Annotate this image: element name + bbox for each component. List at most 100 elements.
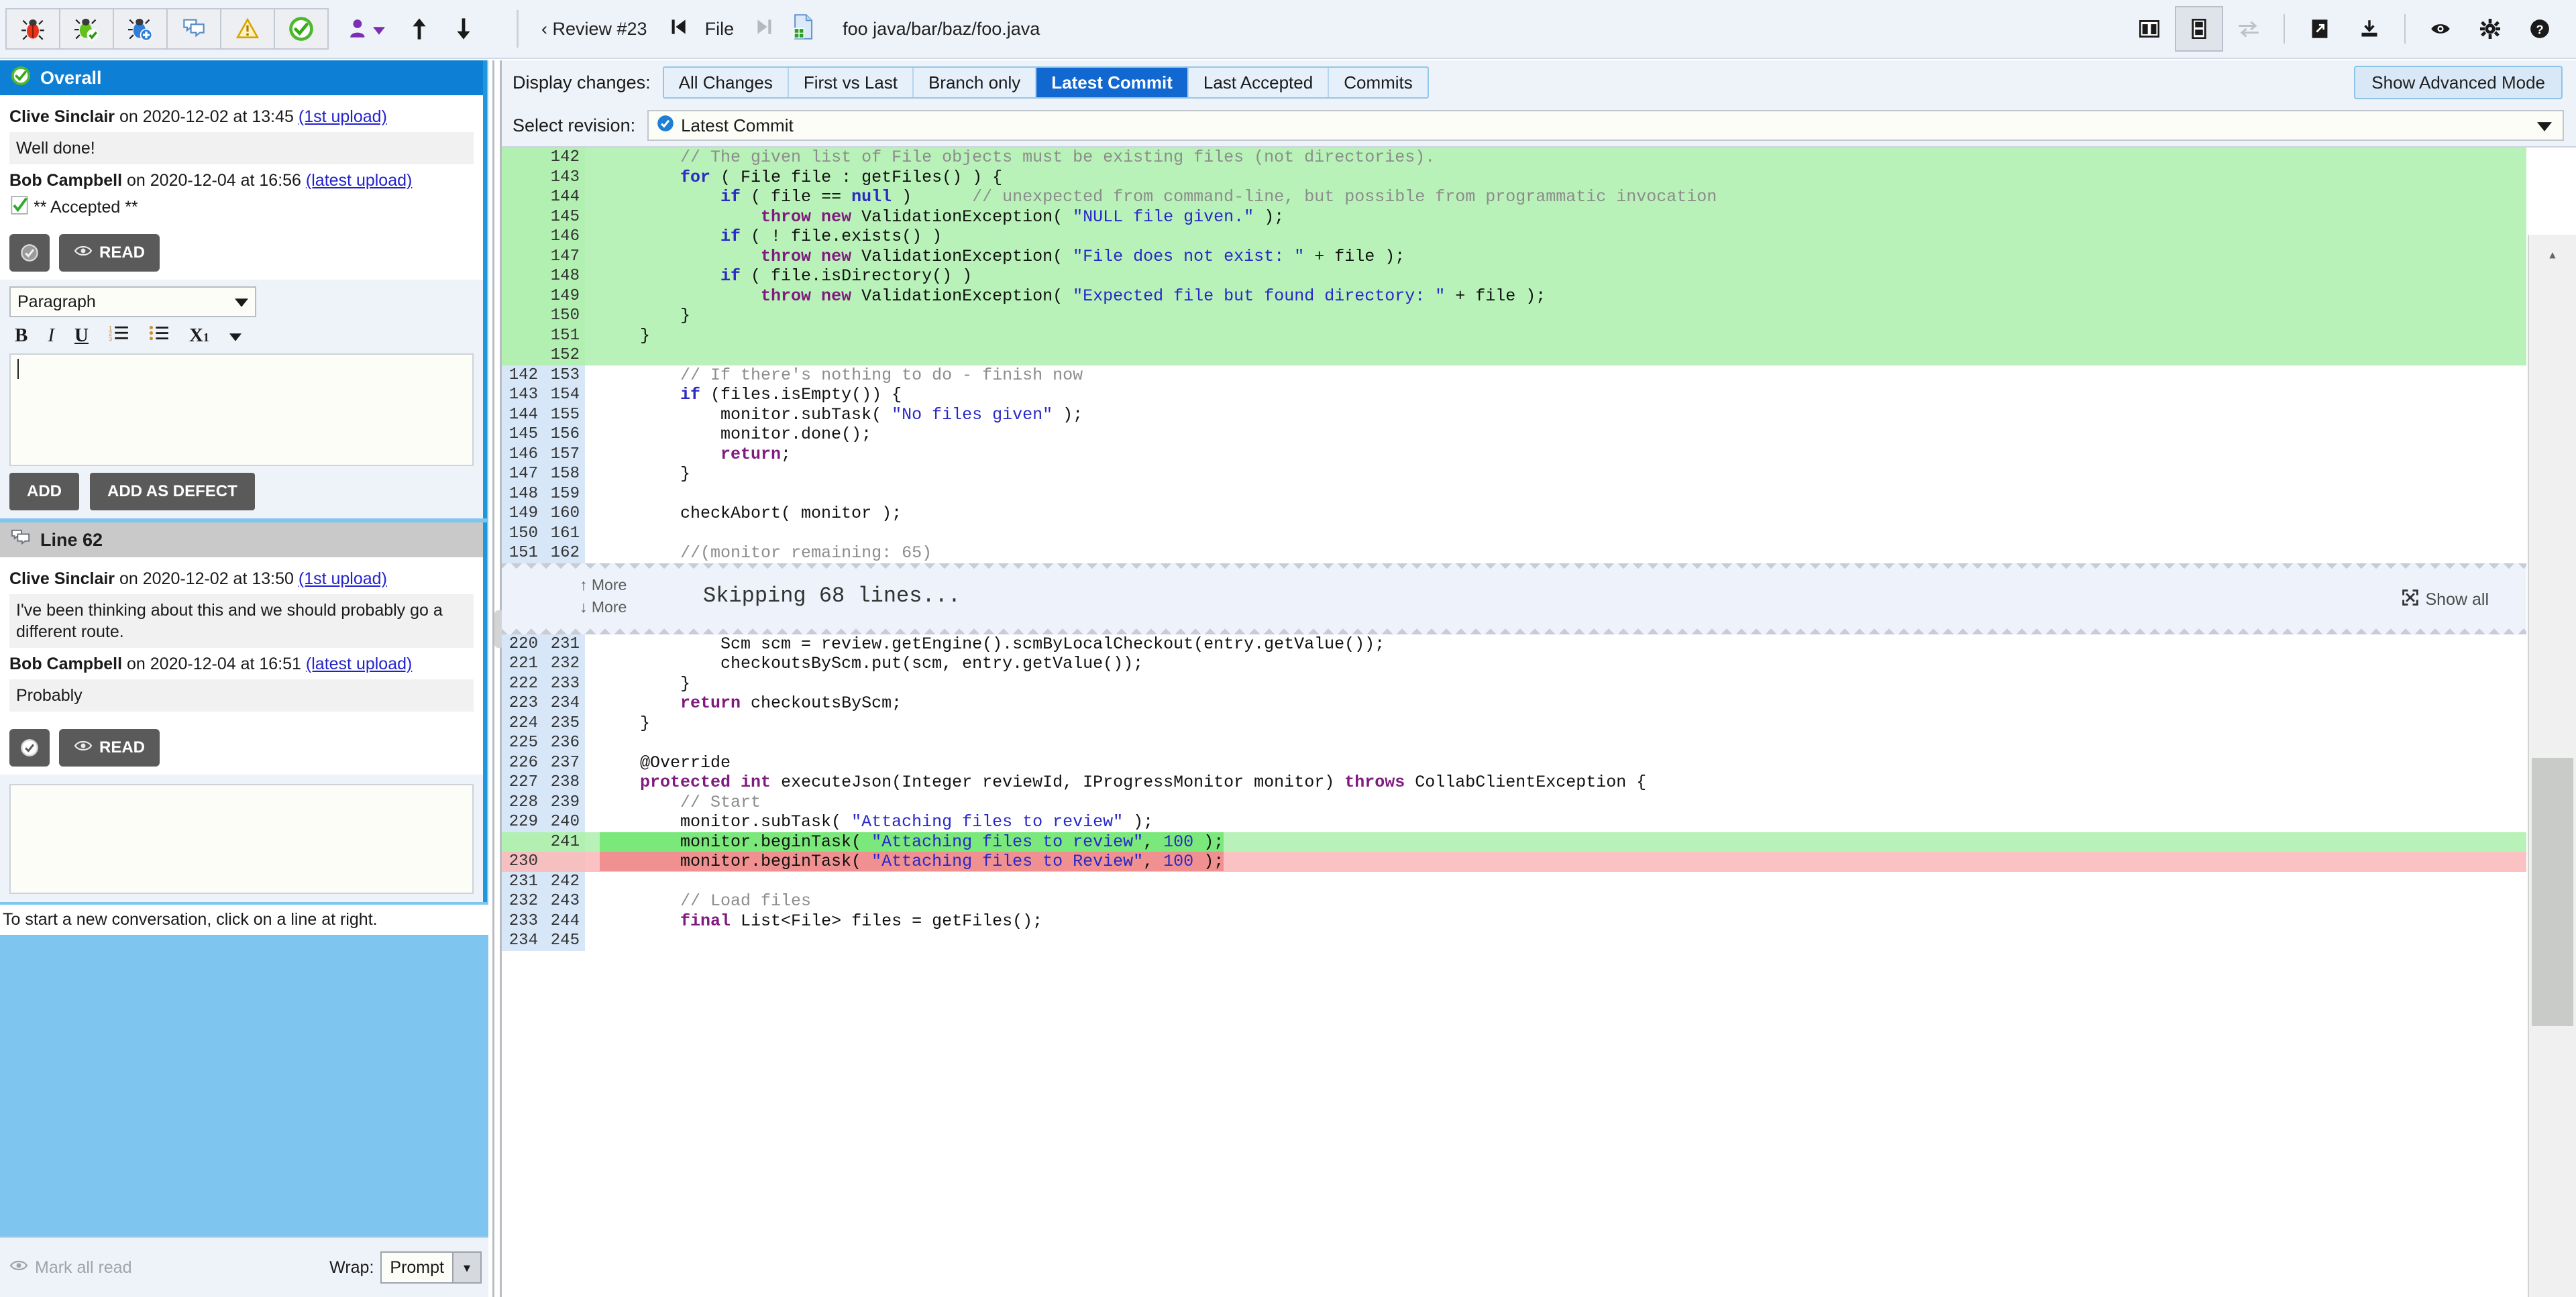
paragraph-format-select[interactable]: Paragraph xyxy=(9,286,256,317)
diff-line-ctx[interactable]: 223234 return checkoutsByScm; xyxy=(502,693,2526,714)
line-number-gutter[interactable]: 148159 xyxy=(502,484,585,504)
mark-read-button[interactable]: READ xyxy=(59,234,160,272)
diff-line-ctx[interactable]: 145156 monitor.done(); xyxy=(502,425,2526,445)
diff-line-ctx[interactable]: 232243 // Load files xyxy=(502,891,2526,911)
diff-line-del[interactable]: 230 monitor.beginTask( "Attaching files … xyxy=(502,852,2526,872)
revision-select[interactable]: Latest Commit xyxy=(647,110,2564,141)
diff-line-ctx[interactable]: 148159 xyxy=(502,484,2526,504)
line-number-gutter[interactable]: 227238 xyxy=(502,773,585,793)
scroll-up-arrow[interactable]: ▴ xyxy=(2529,235,2576,275)
comment-bubble-icon[interactable] xyxy=(168,9,221,48)
upload-link[interactable]: (latest upload) xyxy=(306,655,412,673)
diff-line-add[interactable]: 143 for ( File file : getFiles() ) { xyxy=(502,168,2526,188)
bug-blue-plus-icon[interactable] xyxy=(114,9,168,48)
diff-line-ctx[interactable]: 233244 final List<File> files = getFiles… xyxy=(502,911,2526,932)
diff-line-add[interactable]: 151 } xyxy=(502,326,2526,346)
scrollbar-thumb[interactable] xyxy=(2532,758,2573,1026)
diff-line-ctx[interactable]: 221232 checkoutsByScm.put(scm, entry.get… xyxy=(502,654,2526,674)
line-number-gutter[interactable]: 229240 xyxy=(502,812,585,832)
line-number-gutter[interactable]: 225236 xyxy=(502,733,585,753)
diff-line-add[interactable]: 152 xyxy=(502,345,2526,365)
line-number-gutter[interactable]: 147 xyxy=(502,247,585,267)
diff-vertical-scrollbar[interactable]: ▴ ▾ xyxy=(2528,235,2576,1297)
download-icon[interactable] xyxy=(2345,6,2394,52)
green-check-circle-icon[interactable] xyxy=(275,9,329,48)
more-up-button[interactable]: ↑ More xyxy=(580,576,627,594)
line-number-gutter[interactable]: 152 xyxy=(502,345,585,365)
display-changes-tab-1[interactable]: First vs Last xyxy=(789,68,914,97)
help-icon[interactable]: ? xyxy=(2516,6,2564,52)
line-number-gutter[interactable]: 149 xyxy=(502,286,585,306)
show-advanced-mode-button[interactable]: Show Advanced Mode xyxy=(2354,66,2563,99)
underline-button[interactable]: U xyxy=(74,325,89,347)
display-changes-tab-2[interactable]: Branch only xyxy=(914,68,1036,97)
diff-line-ctx[interactable]: 228239 // Start xyxy=(502,793,2526,813)
assign-user-dropdown[interactable] xyxy=(345,9,389,48)
line-number-gutter[interactable]: 145 xyxy=(502,207,585,227)
line-number-gutter[interactable]: 226237 xyxy=(502,753,585,773)
line-number-gutter[interactable]: 224235 xyxy=(502,714,585,734)
swap-sides-icon[interactable] xyxy=(2224,6,2273,52)
diff-line-ctx[interactable]: 149160 checkAbort( monitor ); xyxy=(502,504,2526,524)
line-number-gutter[interactable]: 222233 xyxy=(502,674,585,694)
bug-red-icon[interactable] xyxy=(7,9,60,48)
prev-file-icon[interactable] xyxy=(670,18,686,40)
popout-icon[interactable] xyxy=(2296,6,2344,52)
unordered-list-icon[interactable] xyxy=(149,324,169,347)
line-number-gutter[interactable]: 241 xyxy=(502,832,585,852)
line-number-gutter[interactable]: 143 xyxy=(502,168,585,188)
diff-line-ctx[interactable]: 220231 Scm scm = review.getEngine().scmB… xyxy=(502,634,2526,655)
diff-line-add[interactable]: 241 monitor.beginTask( "Attaching files … xyxy=(502,832,2526,852)
line-number-gutter[interactable]: 151 xyxy=(502,326,585,346)
line-number-gutter[interactable]: 221232 xyxy=(502,654,585,674)
line-number-gutter[interactable]: 144155 xyxy=(502,405,585,425)
line-number-gutter[interactable]: 145156 xyxy=(502,425,585,445)
diff-line-ctx[interactable]: 151162 //(monitor remaining: 65) xyxy=(502,543,2526,563)
display-changes-tab-5[interactable]: Commits xyxy=(1329,68,1428,97)
diff-code-view[interactable]: 142 // The given list of File objects mu… xyxy=(502,148,2576,1297)
diff-line-ctx[interactable]: 144155 monitor.subTask( "No files given"… xyxy=(502,405,2526,425)
diff-line-add[interactable]: 146 if ( ! file.exists() ) xyxy=(502,227,2526,247)
line-number-gutter[interactable]: 151162 xyxy=(502,543,585,563)
line-number-gutter[interactable]: 146157 xyxy=(502,445,585,465)
diff-line-ctx[interactable]: 222233 } xyxy=(502,674,2526,694)
line-number-gutter[interactable]: 223234 xyxy=(502,693,585,714)
diff-line-ctx[interactable]: 224235 } xyxy=(502,714,2526,734)
italic-button[interactable]: I xyxy=(48,325,54,347)
ordered-list-icon[interactable]: 123 xyxy=(109,324,129,347)
upload-link[interactable]: (1st upload) xyxy=(299,107,387,126)
display-changes-tab-0[interactable]: All Changes xyxy=(664,68,789,97)
side-by-side-view-icon[interactable] xyxy=(2125,6,2174,52)
sidebar-splitter[interactable] xyxy=(492,60,502,1297)
line-number-gutter[interactable]: 228239 xyxy=(502,793,585,813)
line-number-gutter[interactable]: 233244 xyxy=(502,911,585,932)
diff-line-add[interactable]: 149 throw new ValidationException( "Expe… xyxy=(502,286,2526,306)
line-number-gutter[interactable]: 147158 xyxy=(502,464,585,484)
accept-button[interactable] xyxy=(9,729,50,767)
bold-button[interactable]: B xyxy=(15,325,28,347)
add-as-defect-button[interactable]: ADD AS DEFECT xyxy=(90,473,255,510)
diff-line-ctx[interactable]: 150161 xyxy=(502,524,2526,544)
line-number-gutter[interactable]: 142153 xyxy=(502,365,585,386)
bug-green-check-icon[interactable] xyxy=(60,9,114,48)
warning-triangle-icon[interactable] xyxy=(221,9,275,48)
diff-line-add[interactable]: 148 if ( file.isDirectory() ) xyxy=(502,266,2526,286)
comment-input[interactable] xyxy=(9,353,474,466)
line-number-gutter[interactable]: 232243 xyxy=(502,891,585,911)
diff-line-add[interactable]: 144 if ( file == null ) // unexpected fr… xyxy=(502,187,2526,207)
upload-link[interactable]: (1st upload) xyxy=(299,569,387,588)
mark-all-read-button[interactable]: Mark all read xyxy=(9,1258,132,1278)
back-to-review-link[interactable]: ‹ Review #23 xyxy=(541,19,647,40)
overall-panel-header[interactable]: Overall xyxy=(0,60,483,95)
accept-button[interactable] xyxy=(9,234,50,272)
prev-comment-button[interactable] xyxy=(407,9,432,48)
settings-gear-icon[interactable] xyxy=(2466,6,2514,52)
line-reply-input[interactable] xyxy=(9,784,474,894)
line-number-gutter[interactable]: 148 xyxy=(502,266,585,286)
diff-line-ctx[interactable]: 234245 xyxy=(502,931,2526,951)
add-button[interactable]: ADD xyxy=(9,473,79,510)
diff-line-ctx[interactable]: 226237 @Override xyxy=(502,753,2526,773)
more-format-chevron-icon[interactable] xyxy=(229,325,241,347)
line-panel-header[interactable]: Line 62 xyxy=(0,522,483,557)
mark-read-button[interactable]: READ xyxy=(59,729,160,767)
